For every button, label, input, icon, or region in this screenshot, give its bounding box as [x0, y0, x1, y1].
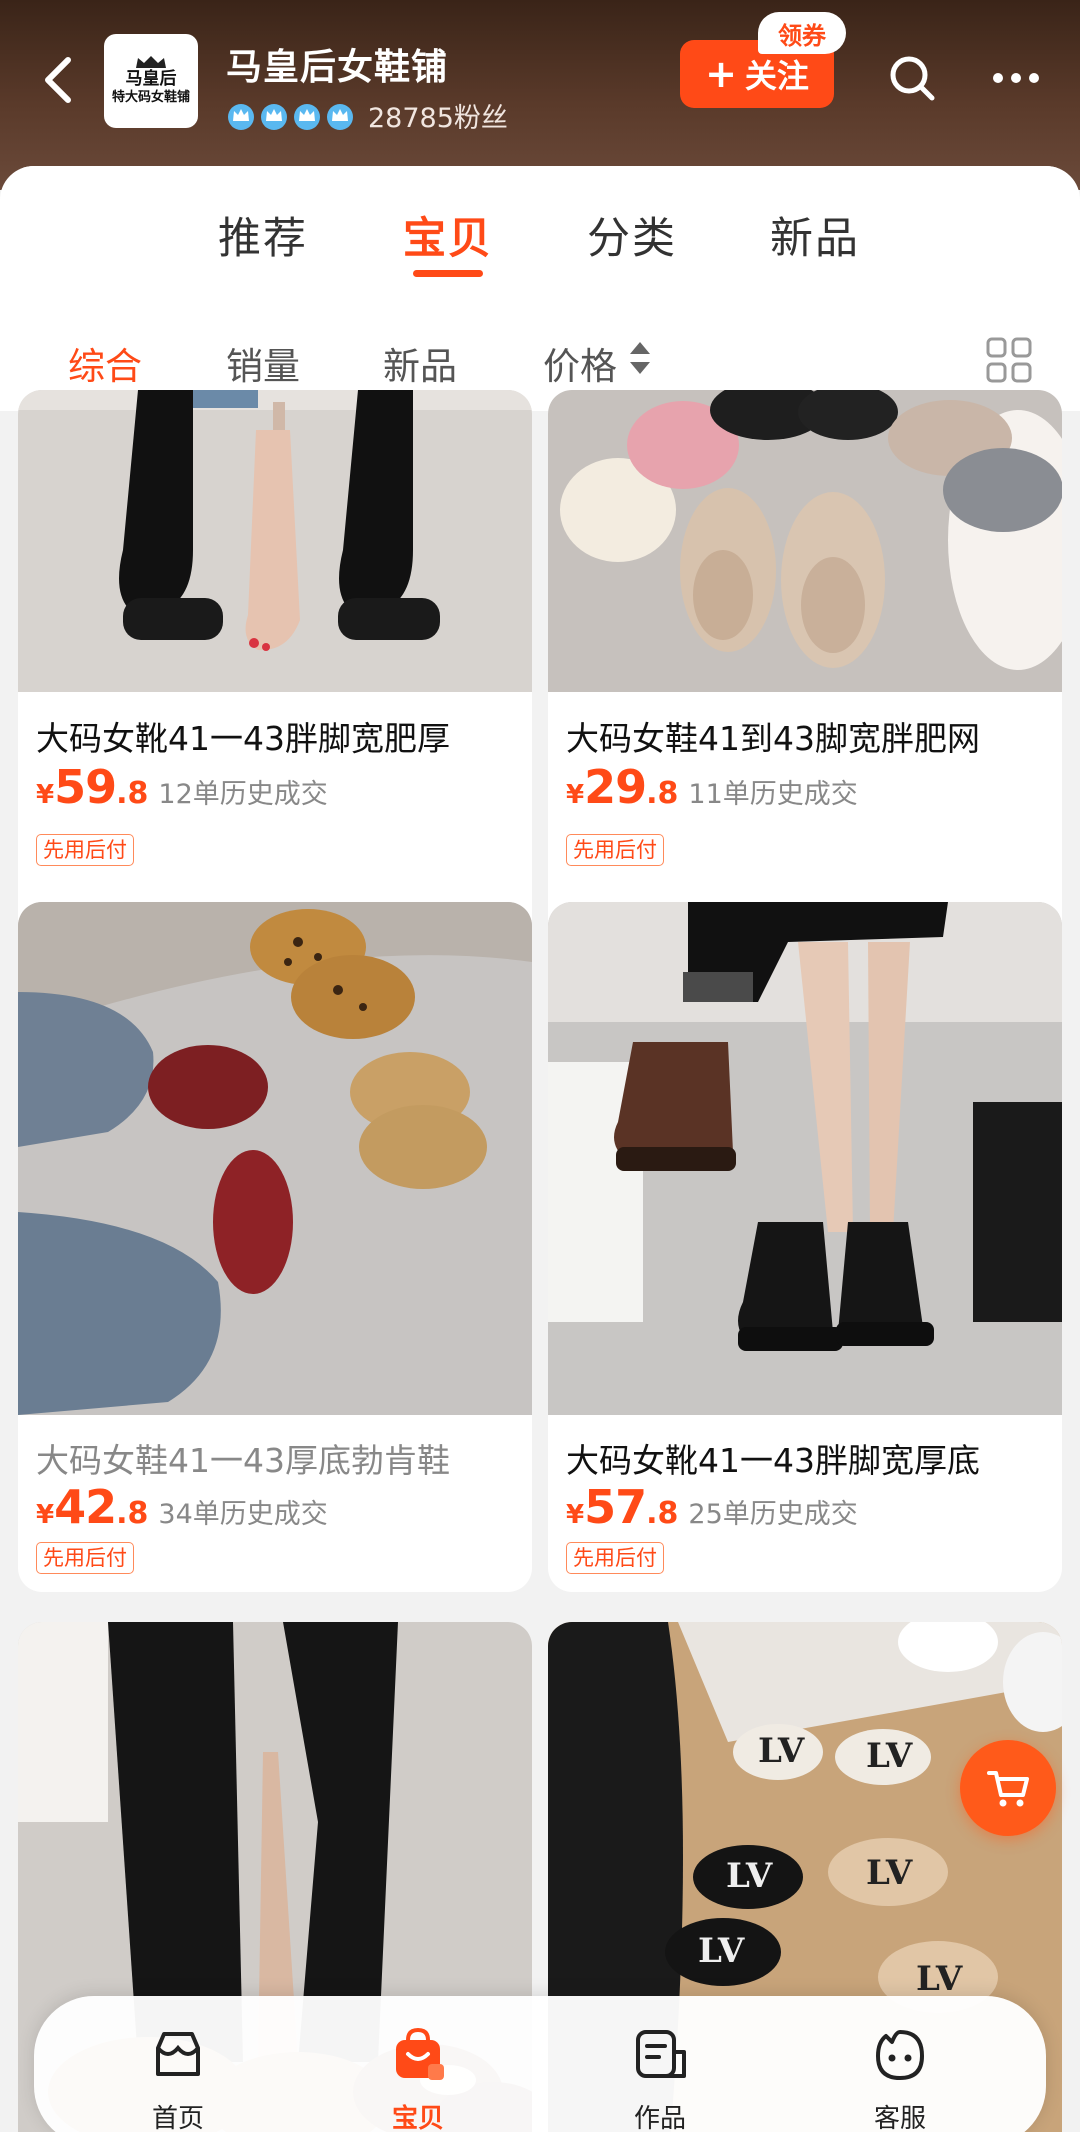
sold-count: 12单历史成交 — [158, 779, 328, 810]
tab-items[interactable]: 宝贝 — [403, 204, 493, 266]
shop-level-row: 28785粉丝 — [226, 96, 508, 135]
bag-icon — [396, 2027, 444, 2080]
more-icon[interactable] — [988, 60, 1044, 96]
home-icon — [156, 2032, 200, 2076]
svg-text:LV: LV — [698, 1931, 745, 1971]
nav-items-label: 宝贝 — [391, 2104, 444, 2132]
price-decimal: .8 — [116, 1496, 149, 1531]
service-icon — [876, 2030, 924, 2080]
nav-works-label: 作品 — [633, 2104, 686, 2132]
nav-service-label: 客服 — [873, 2104, 926, 2132]
crown-level-icon — [261, 103, 287, 130]
crown-level-icon — [327, 103, 353, 130]
tab-new[interactable]: 新品 — [770, 204, 860, 266]
sort-overall[interactable]: 综合 — [68, 336, 142, 390]
shop-logo-name: 马皇后 — [125, 69, 177, 89]
price-integer: 57 — [584, 1480, 647, 1534]
cart-icon — [987, 1771, 1029, 1807]
shop-header: 马皇后 特大码女鞋铺 马皇后女鞋铺 28785粉丝 + 关注 领券 — [0, 0, 1080, 190]
works-icon — [636, 2030, 686, 2078]
fans-count: 28785粉丝 — [368, 103, 508, 134]
product-card[interactable]: 大码女靴41一43胖脚宽厚底 ¥ 57 .8 25单历史成交 先用后付 — [548, 902, 1062, 1592]
price-integer: 59 — [54, 760, 117, 814]
nav-home[interactable]: 首页 — [118, 2016, 238, 2132]
crown-level-icon — [294, 103, 320, 130]
svg-text:LV: LV — [866, 1736, 913, 1776]
price-currency: ¥ — [36, 1500, 55, 1530]
search-icon[interactable] — [886, 52, 938, 104]
nav-home-label: 首页 — [151, 2104, 204, 2132]
sort-price[interactable]: 价格 — [543, 336, 617, 390]
product-image[interactable] — [548, 902, 1062, 1415]
sort-arrows-icon[interactable] — [628, 336, 652, 380]
pay-later-badge: 先用后付 — [36, 1542, 134, 1574]
nav-works[interactable]: 作品 — [600, 2016, 720, 2132]
pay-later-badge: 先用后付 — [566, 1542, 664, 1574]
price-row: ¥ 57 .8 25单历史成交 — [566, 1480, 858, 1534]
floating-cart-button[interactable] — [960, 1740, 1056, 1836]
back-arrow-icon[interactable] — [36, 52, 80, 108]
follow-label: 关注 — [744, 57, 809, 95]
shop-logo[interactable]: 马皇后 特大码女鞋铺 — [104, 34, 198, 128]
product-title[interactable]: 大码女鞋41一43厚底勃肯鞋 — [36, 1434, 526, 1482]
tab-bar: 推荐 宝贝 分类 新品 综合 销量 新品 价格 — [0, 166, 1080, 411]
tab-recommend[interactable]: 推荐 — [218, 204, 308, 266]
product-title[interactable]: 大码女靴41一43胖脚宽厚底 — [566, 1434, 1056, 1482]
plus-icon: + — [705, 52, 737, 96]
crown-icon — [136, 56, 166, 68]
product-image[interactable] — [18, 902, 532, 1415]
shop-content: 推荐 宝贝 分类 新品 综合 销量 新品 价格 大码女靴41一43胖脚宽肥厚 ¥… — [0, 166, 1080, 2132]
svg-text:LV: LV — [726, 1856, 773, 1896]
crown-level-icon — [228, 103, 254, 130]
active-tab-indicator — [413, 270, 483, 277]
product-image[interactable] — [548, 390, 1062, 692]
price-row: ¥ 59 .8 12单历史成交 — [36, 760, 328, 814]
price-currency: ¥ — [566, 780, 585, 810]
price-decimal: .8 — [116, 776, 149, 811]
shop-logo-subtitle: 特大码女鞋铺 — [111, 90, 190, 105]
svg-text:LV: LV — [758, 1731, 805, 1771]
product-title[interactable]: 大码女鞋41到43脚宽胖肥网 — [566, 712, 1056, 760]
price-currency: ¥ — [566, 1500, 585, 1530]
tab-categories[interactable]: 分类 — [587, 204, 677, 266]
sold-count: 34单历史成交 — [158, 1499, 328, 1530]
sold-count: 25单历史成交 — [688, 1499, 858, 1530]
nav-items[interactable]: 宝贝 — [358, 2016, 478, 2132]
product-card[interactable]: 大码女鞋41一43厚底勃肯鞋 ¥ 42 .8 34单历史成交 先用后付 — [18, 902, 532, 1592]
coupon-badge[interactable]: 领券 — [758, 12, 846, 54]
product-image[interactable] — [18, 390, 532, 692]
price-integer: 42 — [54, 1480, 117, 1534]
price-decimal: .8 — [646, 1496, 679, 1531]
grid-icon[interactable] — [985, 336, 1033, 384]
nav-service[interactable]: 客服 — [840, 2016, 960, 2132]
sort-sales[interactable]: 销量 — [226, 336, 300, 390]
bottom-nav: 首页 宝贝 作品 客服 — [34, 1996, 1046, 2132]
svg-text:LV: LV — [866, 1853, 913, 1893]
pay-later-badge: 先用后付 — [566, 834, 664, 866]
pay-later-badge: 先用后付 — [36, 834, 134, 866]
price-currency: ¥ — [36, 780, 55, 810]
sold-count: 11单历史成交 — [688, 779, 858, 810]
price-row: ¥ 42 .8 34单历史成交 — [36, 1480, 328, 1534]
shop-name[interactable]: 马皇后女鞋铺 — [226, 38, 448, 90]
svg-text:LV: LV — [916, 1959, 963, 1999]
sort-new[interactable]: 新品 — [383, 336, 457, 390]
price-integer: 29 — [584, 760, 647, 814]
price-row: ¥ 29 .8 11单历史成交 — [566, 760, 858, 814]
price-decimal: .8 — [646, 776, 679, 811]
product-title[interactable]: 大码女靴41一43胖脚宽肥厚 — [36, 712, 526, 760]
